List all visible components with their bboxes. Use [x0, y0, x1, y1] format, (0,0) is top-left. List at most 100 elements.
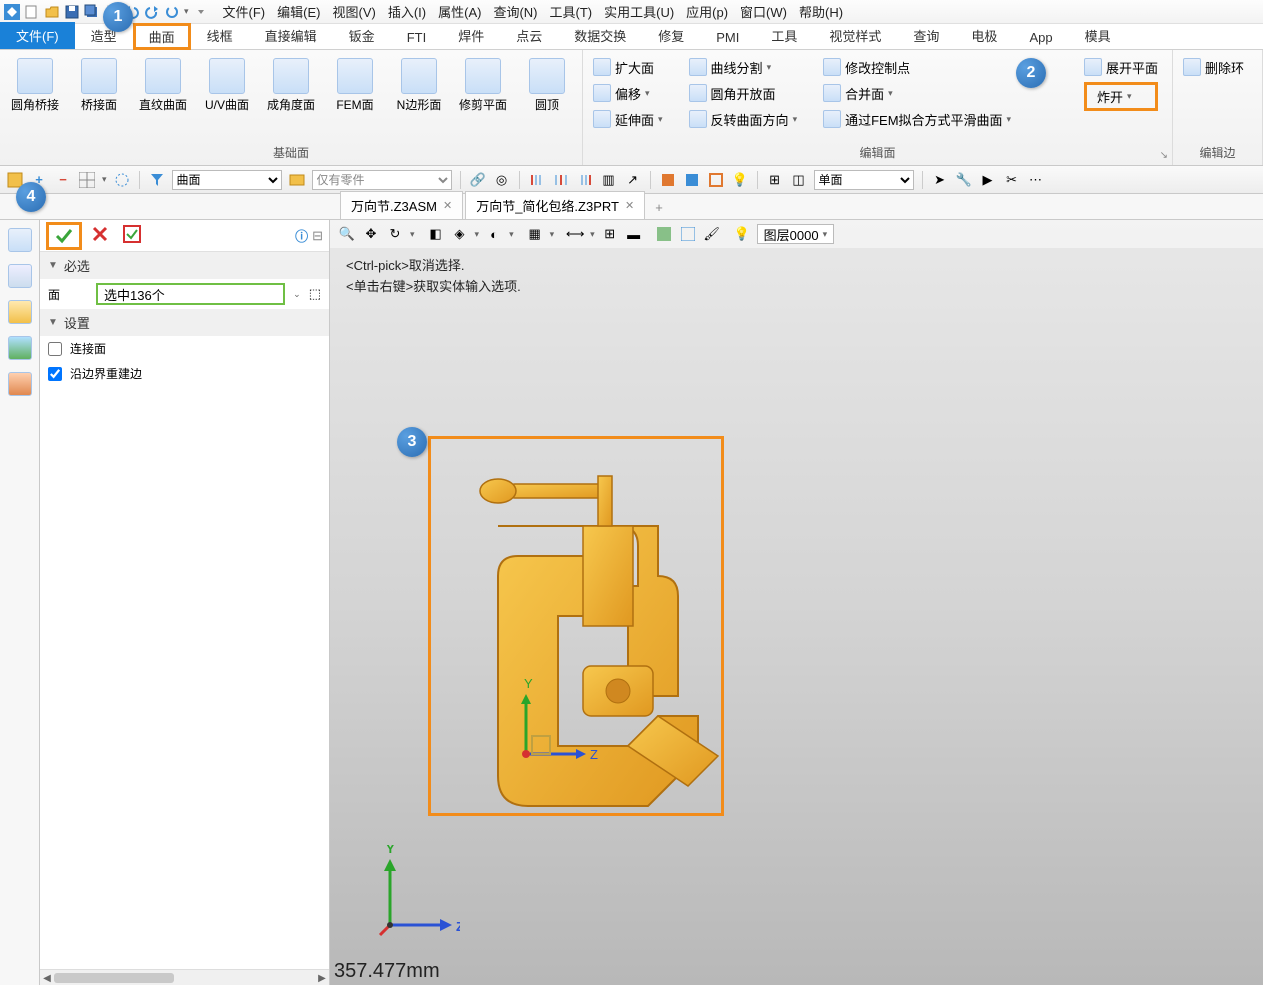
tb-box-icon[interactable]: [288, 171, 306, 189]
group-launcher-icon[interactable]: ↘: [1160, 150, 1168, 161]
tb-arrow-icon[interactable]: ↗: [624, 171, 642, 189]
confirm-button[interactable]: [46, 222, 82, 250]
tb-sq1-icon[interactable]: [659, 171, 677, 189]
part-filter-select[interactable]: 仅有零件: [312, 170, 452, 190]
section-settings[interactable]: ▼设置: [40, 309, 329, 336]
ribbon-tab-wireframe[interactable]: 线框: [191, 22, 249, 49]
menu-application[interactable]: 应用(p): [686, 2, 728, 21]
apply-button[interactable]: [118, 222, 146, 249]
cancel-button[interactable]: [86, 222, 114, 249]
menu-tools[interactable]: 工具(T): [550, 2, 593, 21]
pick-icon[interactable]: ⬚: [309, 286, 321, 302]
btn-dome[interactable]: 圆顶: [518, 54, 576, 116]
vt-solid-icon[interactable]: ▬: [625, 225, 643, 243]
tb-cursor-icon[interactable]: ➤: [931, 171, 949, 189]
btn-ruled-surface[interactable]: 直纹曲面: [134, 54, 192, 116]
redo-icon[interactable]: [144, 4, 160, 20]
vt-iso-icon[interactable]: ◈: [451, 225, 469, 243]
btn-explode[interactable]: 炸开▾: [1084, 82, 1158, 111]
qat-arrow-icon[interactable]: [193, 4, 209, 20]
vt-dim-icon[interactable]: ⟷: [566, 225, 584, 243]
menu-file[interactable]: 文件(F): [223, 2, 266, 21]
btn-curve-split[interactable]: 曲线分割▾: [689, 56, 798, 78]
btn-extend-face[interactable]: 延伸面▾: [593, 108, 663, 130]
tb-align4-icon[interactable]: ▥: [600, 171, 618, 189]
vt-floor-icon[interactable]: ▦: [526, 225, 544, 243]
vt-color1-icon[interactable]: [655, 225, 673, 243]
section-required[interactable]: ▼必选: [40, 252, 329, 279]
btn-fillet-bridge[interactable]: 圆角桥接: [6, 54, 64, 116]
tb-align1-icon[interactable]: [528, 171, 546, 189]
btn-offset[interactable]: 偏移▾: [593, 82, 663, 104]
tb-align2-icon[interactable]: [552, 171, 570, 189]
ribbon-tab-direct-edit[interactable]: 直接编辑: [249, 22, 333, 49]
panel-close-button[interactable]: ⊟: [312, 228, 323, 244]
vt-pan-icon[interactable]: ✥: [362, 225, 380, 243]
tb-light-icon[interactable]: 💡: [731, 171, 749, 189]
tb-wrench-icon[interactable]: 🔧: [955, 171, 973, 189]
vt-section-icon[interactable]: ◧: [427, 225, 445, 243]
save-all-icon[interactable]: [84, 4, 100, 20]
btn-enlarge-face[interactable]: 扩大面: [593, 56, 663, 78]
info-button[interactable]: ⓘ: [295, 226, 308, 245]
face-selection-field[interactable]: 选中136个: [96, 283, 285, 305]
save-icon[interactable]: [64, 4, 80, 20]
menu-help[interactable]: 帮助(H): [799, 2, 843, 21]
ribbon-tab-visual[interactable]: 视觉样式: [813, 22, 897, 49]
menu-insert[interactable]: 插入(I): [388, 2, 426, 21]
panel-scrollbar[interactable]: ◀ ▶: [40, 969, 329, 985]
ribbon-tab-mold[interactable]: 模具: [1069, 22, 1127, 49]
doc-tab-asm[interactable]: 万向节.Z3ASM✕: [340, 191, 463, 219]
ribbon-tab-tools[interactable]: 工具: [755, 22, 813, 49]
ribbon-tab-weld[interactable]: 焊件: [442, 22, 500, 49]
close-icon[interactable]: ✕: [443, 199, 452, 212]
vt-zoom-icon[interactable]: 🔍: [338, 225, 356, 243]
ribbon-tab-app[interactable]: App: [1013, 26, 1068, 49]
vt-grid-icon[interactable]: ⊞: [601, 225, 619, 243]
btn-reverse-direction[interactable]: 反转曲面方向▾: [689, 108, 798, 130]
ribbon-tab-pointcloud[interactable]: 点云: [500, 22, 558, 49]
tb-filter-icon[interactable]: [148, 171, 166, 189]
vt-rotate-icon[interactable]: ↻: [386, 225, 404, 243]
ribbon-tab-fti[interactable]: FTI: [391, 26, 443, 49]
tb-play-icon[interactable]: ▶: [979, 171, 997, 189]
connect-face-checkbox[interactable]: [48, 342, 62, 356]
ribbon-tab-exchange[interactable]: 数据交换: [558, 22, 642, 49]
btn-nside-face[interactable]: N边形面: [390, 54, 448, 116]
btn-delete-loop[interactable]: 删除环: [1183, 56, 1252, 78]
btn-bridge-face[interactable]: 桥接面: [70, 54, 128, 116]
scroll-right-icon[interactable]: ▶: [315, 971, 329, 985]
rail-body-icon[interactable]: [8, 300, 32, 324]
btn-uv-surface[interactable]: U/V曲面: [198, 54, 256, 116]
viewport[interactable]: 🔍 ✥ ↻ ▾ ◧ ◈ ▾ ◐ ▾ ▦ ▾ ⟷ ▾ ⊞ ▬ 🖌 💡 图层0000…: [330, 220, 1263, 985]
vt-color2-icon[interactable]: [679, 225, 697, 243]
vt-shade-icon[interactable]: ◐: [485, 225, 503, 243]
rebuild-edge-checkbox[interactable]: [48, 367, 62, 381]
tb-grid2-icon[interactable]: ⊞: [766, 171, 784, 189]
vt-paint-icon[interactable]: 🖌: [703, 225, 721, 243]
rail-image-icon[interactable]: [8, 336, 32, 360]
face-mode-select[interactable]: 单面: [814, 170, 914, 190]
btn-fillet-open[interactable]: 圆角开放面: [689, 82, 798, 104]
btn-merge-face[interactable]: 合并面▾: [823, 82, 1011, 104]
menu-window[interactable]: 窗口(W): [740, 2, 787, 21]
new-icon[interactable]: [24, 4, 40, 20]
vt-bulb-icon[interactable]: 💡: [733, 225, 751, 243]
tb-sq3-icon[interactable]: [707, 171, 725, 189]
rail-feature-icon[interactable]: [8, 228, 32, 252]
tb-target-icon[interactable]: ◎: [493, 171, 511, 189]
btn-angle-face[interactable]: 成角度面: [262, 54, 320, 116]
menu-query[interactable]: 查询(N): [493, 2, 537, 21]
ribbon-tab-electrode[interactable]: 电极: [955, 22, 1013, 49]
dropdown-icon[interactable]: ⌄: [293, 289, 301, 300]
new-tab-button[interactable]: +: [647, 196, 671, 219]
ribbon-tab-inquire[interactable]: 查询: [897, 22, 955, 49]
tb-cut-icon[interactable]: ✂: [1003, 171, 1021, 189]
btn-trim-plane[interactable]: 修剪平面: [454, 54, 512, 116]
scroll-left-icon[interactable]: ◀: [40, 971, 54, 985]
layer-select[interactable]: 图层0000▾: [757, 224, 834, 244]
ribbon-tab-pmi[interactable]: PMI: [700, 26, 755, 49]
btn-unfold-plane[interactable]: 展开平面: [1084, 56, 1158, 78]
btn-fem-face[interactable]: FEM面: [326, 54, 384, 116]
menu-edit[interactable]: 编辑(E): [277, 2, 320, 21]
